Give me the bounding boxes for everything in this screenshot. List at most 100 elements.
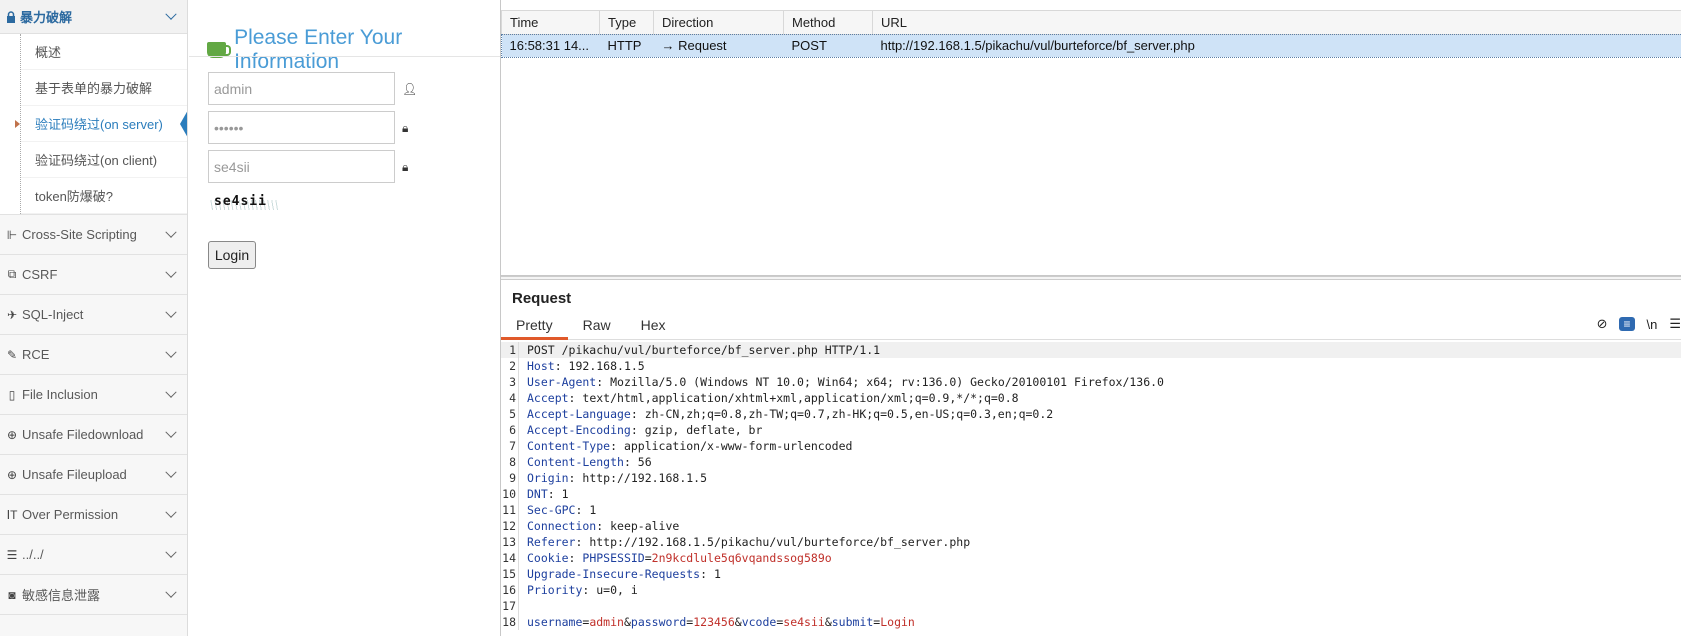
line-number: 3 (501, 374, 519, 390)
header-name: Accept (527, 391, 569, 405)
sidebar-item-csrf[interactable]: ⧉ CSRF (0, 254, 187, 294)
column-header-method[interactable]: Method (783, 10, 873, 35)
line-number: 11 (501, 502, 519, 518)
request-editor[interactable]: 1 POST /pikachu/vul/burteforce/bf_server.… (501, 342, 1681, 630)
share-icon: ⧉ (7, 267, 17, 281)
sidebar-submenu: 概述 基于表单的暴力破解 验证码绕过(on server) 验证码绕过(on c… (15, 34, 187, 214)
chevron-down-icon (165, 266, 177, 278)
chevron-down-icon (165, 306, 177, 318)
sidebar: 暴力破解 概述 基于表单的暴力破解 验证码绕过(on server) 验证码绕过… (0, 0, 188, 636)
sidebar-item-label: ../../ (22, 547, 44, 562)
header-value: : gzip, deflate, br (630, 423, 763, 437)
chevron-down-icon (165, 346, 177, 358)
user-icon: 👤︎ (402, 82, 418, 96)
login-form-panel: Please Enter Your Information 👤︎ 🔒︎ 🔒︎ s… (189, 0, 500, 636)
header-value: : http://192.168.1.5/pikachu/vul/burtefo… (575, 535, 971, 549)
header-value: : 192.168.1.5 (554, 359, 645, 373)
cell-method: POST (791, 38, 827, 54)
sidebar-item-info-leak[interactable]: ◙ 敏感信息泄露 (0, 574, 187, 614)
sidebar-subitem-label: 验证码绕过(on client) (35, 153, 158, 168)
request-title: Request (512, 290, 572, 307)
sidebar-subitem-captcha-client[interactable]: 验证码绕过(on client) (21, 142, 187, 178)
param-value: Login (880, 615, 915, 629)
menu-icon[interactable]: ☰ (1669, 316, 1681, 332)
param-sep: & (623, 615, 631, 629)
sidebar-item-label: 敏感信息泄露 (22, 588, 101, 603)
plane-icon: ✈ (6, 307, 18, 322)
tab-raw[interactable]: Raw (568, 314, 626, 340)
line-number: 7 (501, 438, 519, 454)
username-input[interactable] (208, 72, 395, 105)
sidebar-section-label: 暴力破解 (20, 10, 73, 25)
header-name: Accept-Encoding (527, 423, 631, 437)
vcode-input[interactable] (208, 150, 395, 183)
form-title: Please Enter Your Information (207, 26, 500, 74)
show-newlines-button[interactable]: \n (1647, 317, 1658, 332)
cell-url: http://192.168.1.5/pikachu/vul/burteforc… (880, 38, 1195, 54)
file-icon: ▯ (8, 387, 16, 402)
sidebar-item-rce[interactable]: ✎ RCE (0, 334, 187, 374)
header-value: : zh-CN,zh;q=0.8,zh-TW;q=0.7,zh-HK;q=0.5… (630, 407, 1054, 421)
header-value: : text/html,application/xhtml+xml,applic… (568, 391, 1019, 405)
column-header-direction[interactable]: Direction (653, 10, 784, 35)
line-number: 8 (501, 454, 519, 470)
header-name: Sec-GPC (527, 503, 576, 517)
sidebar-item-filedownload[interactable]: ⊕ Unsafe Filedownload (0, 414, 187, 454)
sidebar-section-bruteforce[interactable]: 暴力破解 (0, 0, 187, 34)
header-name: Upgrade-Insecure-Requests (527, 567, 701, 581)
lock-icon (7, 10, 15, 23)
sidebar-subitem-overview[interactable]: 概述 (21, 34, 187, 70)
sidebar-item-over-permission[interactable]: ⅠT Over Permission (0, 494, 187, 534)
column-header-type[interactable]: Type (599, 10, 654, 35)
header-value: : application/x-www-form-urlencoded (610, 439, 853, 453)
sidebar-item-xss[interactable]: ⊩ Cross-Site Scripting (0, 214, 187, 254)
captcha-image[interactable]: se4sii (214, 194, 267, 209)
line-number: 1 (501, 342, 519, 358)
password-input[interactable] (208, 111, 395, 144)
form-title-text: Please Enter Your Information (234, 26, 403, 73)
column-header-time[interactable]: Time (501, 10, 600, 35)
header-value: : u=0, i (582, 583, 638, 597)
header-name: Priority (527, 583, 583, 597)
sidebar-item-label: Over Permission (22, 507, 119, 522)
hide-nonprintable-icon[interactable]: ⊘ (1597, 316, 1608, 332)
tab-pretty[interactable]: Pretty (501, 314, 568, 340)
sidebar-item-partial[interactable] (0, 614, 187, 636)
header-value: : 1 (575, 503, 597, 517)
sidebar-subitem-token[interactable]: token防爆破? (21, 178, 187, 214)
line-number: 12 (501, 518, 519, 534)
line-number: 4 (501, 390, 519, 406)
wrap-lines-icon[interactable]: ≡ (1619, 317, 1635, 331)
param-sep: & (824, 615, 832, 629)
sidebar-item-label: Unsafe Fileupload (22, 467, 127, 482)
tab-hex[interactable]: Hex (626, 314, 681, 340)
table-row[interactable]: 16:58:31 14... HTTP → Request POST http:… (500, 33, 1681, 58)
sidebar-item-fileupload[interactable]: ⊕ Unsafe Fileupload (0, 454, 187, 494)
code-line: 17 (501, 598, 1681, 614)
chevron-down-icon (165, 8, 177, 20)
param-value: admin (589, 615, 624, 629)
header-name: Host (527, 359, 555, 373)
sidebar-subitem-captcha-server[interactable]: 验证码绕过(on server) (15, 106, 187, 142)
sidebar-item-label: Cross-Site Scripting (22, 227, 137, 242)
sidebar-item-label: SQL-Inject (22, 307, 84, 322)
download-icon: ⊕ (6, 427, 18, 442)
column-header-url[interactable]: URL (872, 10, 1681, 35)
sidebar-item-file-inclusion[interactable]: ▯ File Inclusion (0, 374, 187, 414)
sidebar-subitem-form-bruteforce[interactable]: 基于表单的暴力破解 (21, 70, 187, 106)
xss-icon: ⊩ (6, 227, 18, 242)
lock-icon: 🔒︎ (402, 160, 409, 174)
cookie-sep: = (644, 551, 652, 565)
sidebar-item-sqli[interactable]: ✈ SQL-Inject (0, 294, 187, 334)
line-number: 17 (501, 598, 519, 614)
code-line: 18 username = admin & password = 123456 & vcode = s… (501, 614, 1681, 630)
header-name: DNT (527, 487, 548, 501)
header-value: : keep-alive (596, 519, 680, 533)
splitter-handle[interactable] (501, 276, 1681, 280)
header-name: Content-Length (527, 455, 624, 469)
header-sep: : (568, 551, 583, 565)
sidebar-item-dir-traversal[interactable]: ☰ ../../ (0, 534, 187, 574)
sidebar-subitem-label: 基于表单的暴力破解 (35, 81, 153, 96)
param-name: submit (831, 615, 874, 629)
login-button[interactable]: Login (208, 241, 256, 269)
